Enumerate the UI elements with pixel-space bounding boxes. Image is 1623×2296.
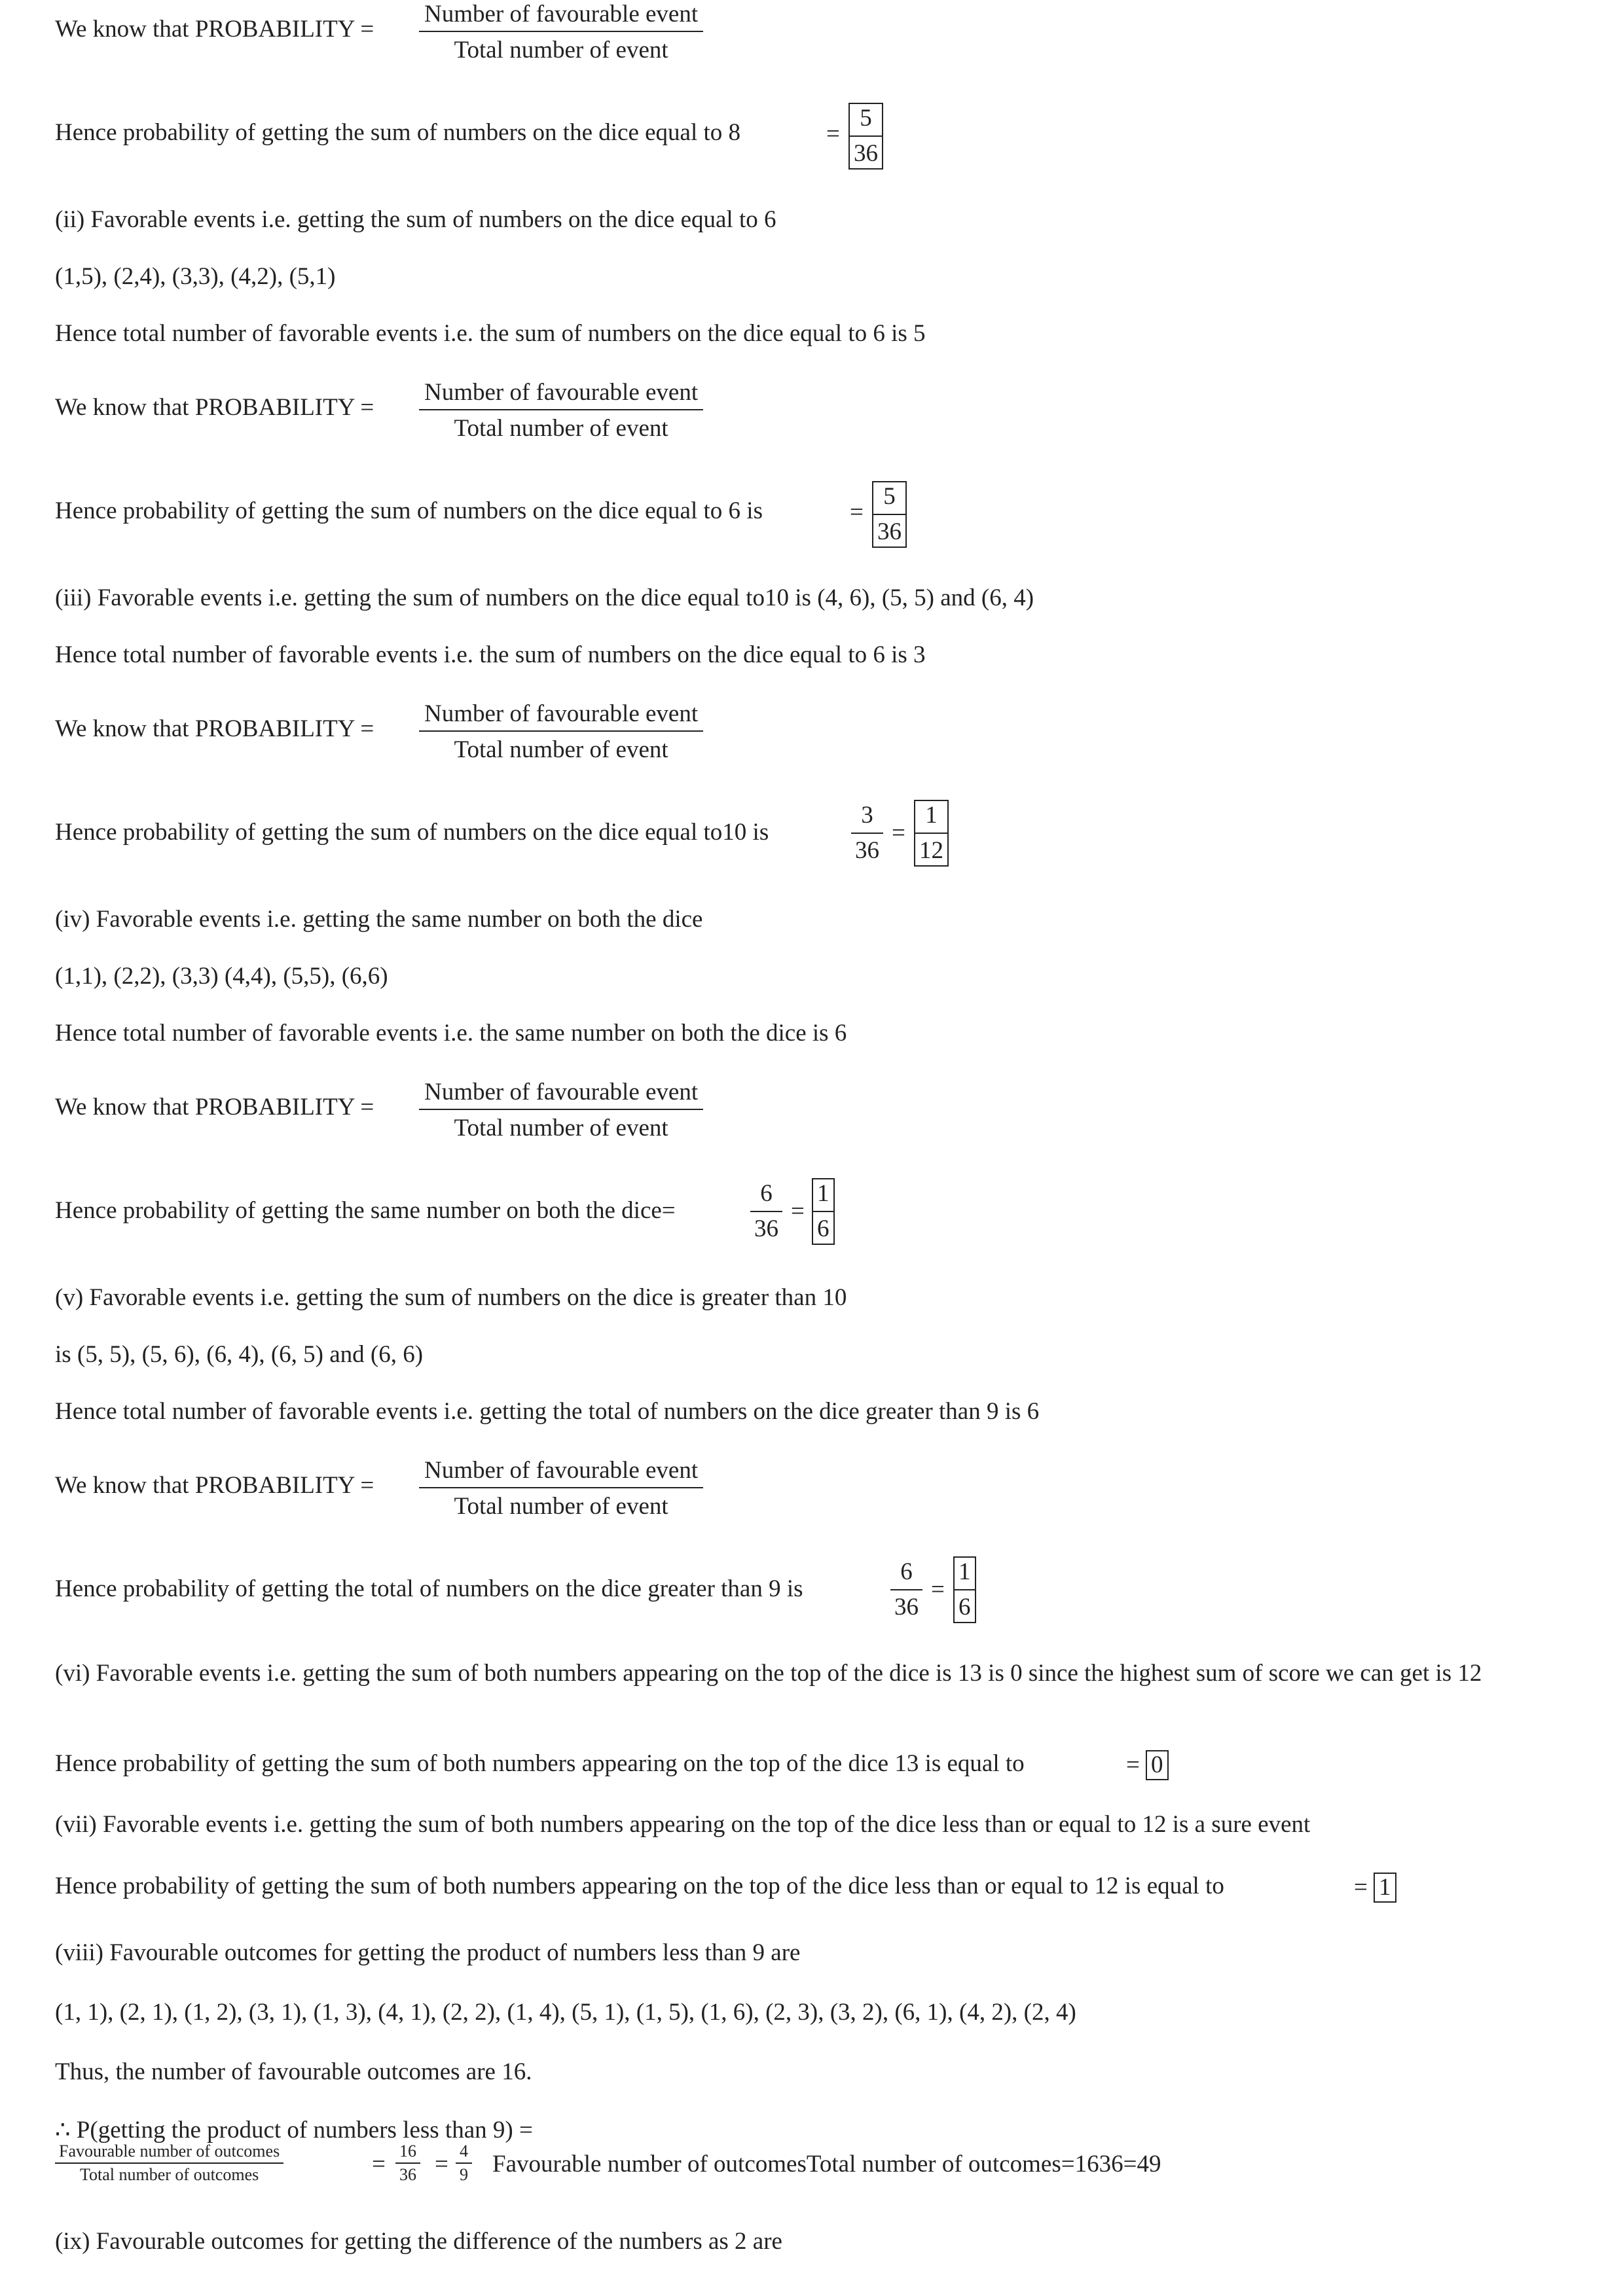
equals-sign: =	[791, 1198, 805, 1225]
answer-box: 1 6	[953, 1556, 976, 1623]
probability-formula-fraction: Number of favourable event Total number …	[419, 1456, 704, 1520]
probability-formula-label: We know that PROBABILITY =	[55, 1472, 374, 1499]
text-line: (v) Favorable events i.e. getting the su…	[55, 1284, 847, 1311]
equals-sign: =	[931, 1576, 945, 1603]
text-line: Favourable number of outcomesTotal numbe…	[492, 2151, 1161, 2178]
equals-sign: =	[372, 2151, 386, 2178]
formula-denominator: Total number of event	[454, 37, 668, 63]
fraction: 16 36	[395, 2142, 420, 2185]
text-line: (vii) Favorable events i.e. getting the …	[55, 1811, 1311, 1838]
equals-sign: =	[892, 819, 905, 846]
text-line: Hence probability of getting the same nu…	[55, 1197, 676, 1224]
answer-box: 5 36	[848, 103, 883, 170]
text-line: (1, 1), (2, 1), (1, 2), (3, 1), (1, 3), …	[55, 1999, 1076, 2026]
probability-formula-fraction: Number of favourable event Total number …	[419, 700, 704, 764]
text-line: Hence total number of favorable events i…	[55, 1398, 1040, 1425]
text-line: Hence total number of favorable events i…	[55, 641, 926, 668]
text-line: Hence probability of getting the sum of …	[55, 819, 769, 846]
text-line: Hence probability of getting the sum of …	[55, 497, 763, 524]
equals-sign: =	[1126, 1751, 1140, 1778]
equals-sign: =	[850, 499, 864, 526]
equals-sign: =	[1354, 1874, 1368, 1901]
text-line: (viii) Favourable outcomes for getting t…	[55, 1939, 801, 1966]
probability-formula-label: We know that PROBABILITY =	[55, 715, 374, 742]
fraction: 4 9	[456, 2142, 472, 2185]
text-line: Hence probability of getting the sum of …	[55, 119, 741, 146]
answer-box: 0	[1146, 1750, 1169, 1780]
probability-formula-fraction: Number of favourable event Total number …	[419, 1078, 704, 1142]
text-line: Hence total number of favorable events i…	[55, 1020, 847, 1047]
text-line: (iv) Favorable events i.e. getting the s…	[55, 906, 703, 933]
answer-box: 1 6	[812, 1178, 835, 1245]
text-line: Hence probability of getting the total o…	[55, 1575, 803, 1602]
answer-box: 5 36	[872, 481, 907, 548]
probability-formula-fraction: Number of favourable event Total number …	[419, 378, 704, 442]
text-line: (1,1), (2,2), (3,3) (4,4), (5,5), (6,6)	[55, 963, 388, 990]
text-line: Hence total number of favorable events i…	[55, 320, 926, 347]
text-line: (ii) Favorable events i.e. getting the s…	[55, 206, 776, 233]
probability-formula-label: We know that PROBABILITY =	[55, 1094, 374, 1121]
text-line: (vi) Favorable events i.e. getting the s…	[55, 1660, 1482, 1687]
text-line: Thus, the number of favourable outcomes …	[55, 2058, 532, 2085]
text-line: (1,5), (2,4), (3,3), (4,2), (5,1)	[55, 263, 336, 290]
text-line: (ix) Favourable outcomes for getting the…	[55, 2228, 782, 2255]
fraction: 6 36	[890, 1559, 922, 1621]
fraction: 6 36	[750, 1181, 782, 1242]
formula-numerator: Number of favourable event	[419, 0, 704, 32]
text-line: (iii) Favorable events i.e. getting the …	[55, 584, 1034, 611]
probability-formula-label: We know that PROBABILITY =	[55, 394, 374, 421]
text-line: Hence probability of getting the sum of …	[55, 1750, 1025, 1777]
fraction: 3 36	[851, 802, 883, 864]
outcomes-fraction: Favourable number of outcomes Total numb…	[55, 2142, 284, 2185]
probability-formula-label: We know that PROBABILITY =	[55, 16, 374, 43]
answer-box: 1	[1374, 1873, 1396, 1903]
text-line: is (5, 5), (5, 6), (6, 4), (6, 5) and (6…	[55, 1341, 424, 1368]
text-line: Hence probability of getting the sum of …	[55, 1873, 1224, 1899]
answer-box: 1 12	[914, 800, 949, 867]
equals-sign: =	[435, 2151, 448, 2178]
equals-sign: =	[826, 120, 840, 147]
probability-formula-fraction: Number of favourable event Total number …	[419, 0, 704, 64]
